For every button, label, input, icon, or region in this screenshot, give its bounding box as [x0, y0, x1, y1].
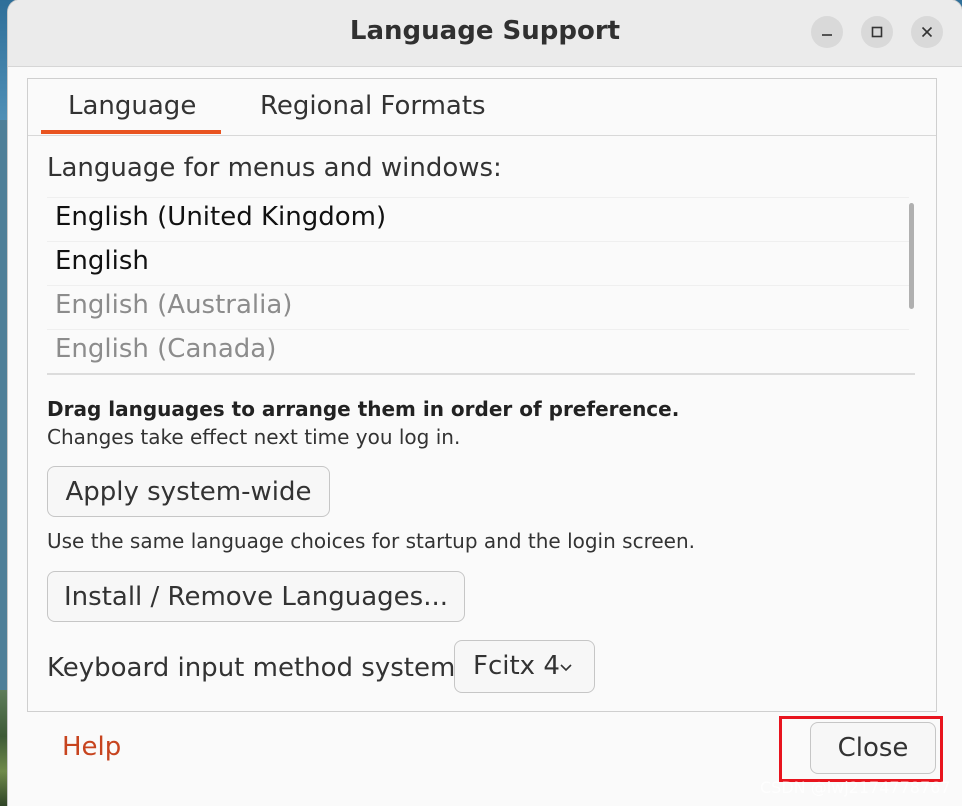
list-item-label: English (United Kingdom): [55, 202, 387, 232]
keyboard-input-label: Keyboard input method system:: [47, 653, 465, 683]
list-item[interactable]: English (United Kingdom): [47, 197, 909, 241]
annotation-highlight-box: [779, 716, 943, 782]
minimize-icon: [822, 34, 832, 36]
keyboard-input-value: Fcitx 4: [473, 651, 560, 681]
tab-notebook: Language Regional Formats Language for m…: [27, 78, 937, 712]
tab-language[interactable]: Language: [68, 91, 196, 121]
title-bar[interactable]: Language Support: [8, 0, 962, 67]
maximize-icon: [871, 26, 883, 38]
list-item-label: English (Australia): [55, 290, 293, 320]
list-item[interactable]: English (Canada): [47, 329, 909, 373]
help-button[interactable]: Help: [62, 732, 121, 762]
maximize-button[interactable]: [861, 16, 893, 48]
chevron-down-icon: [560, 664, 572, 672]
tab-bar: Language Regional Formats: [28, 79, 936, 136]
active-tab-indicator: [41, 130, 221, 134]
apply-system-wide-button[interactable]: Apply system-wide: [47, 466, 330, 517]
install-remove-languages-button[interactable]: Install / Remove Languages...: [47, 571, 465, 622]
language-list[interactable]: English (United Kingdom) English English…: [47, 197, 915, 375]
list-item[interactable]: English: [47, 241, 909, 285]
drag-hint: Drag languages to arrange them in order …: [47, 397, 680, 421]
close-icon: [921, 26, 933, 38]
tab-regional-formats[interactable]: Regional Formats: [260, 91, 486, 121]
changes-note: Changes take effect next time you log in…: [47, 425, 461, 449]
window-close-button[interactable]: [911, 16, 943, 48]
list-item[interactable]: English (Australia): [47, 285, 909, 329]
watermark: CSDN @lwj2174778767: [760, 778, 951, 797]
language-support-window: Language Support Language Regional Forma…: [8, 0, 962, 806]
keyboard-input-select[interactable]: Fcitx 4: [454, 640, 595, 693]
minimize-button[interactable]: [811, 16, 843, 48]
list-item-label: English (Canada): [55, 334, 277, 364]
list-item-label: English: [55, 246, 149, 276]
menus-language-label: Language for menus and windows:: [47, 153, 502, 183]
apply-note: Use the same language choices for startu…: [47, 529, 695, 553]
language-list-scrollbar[interactable]: [909, 203, 914, 309]
